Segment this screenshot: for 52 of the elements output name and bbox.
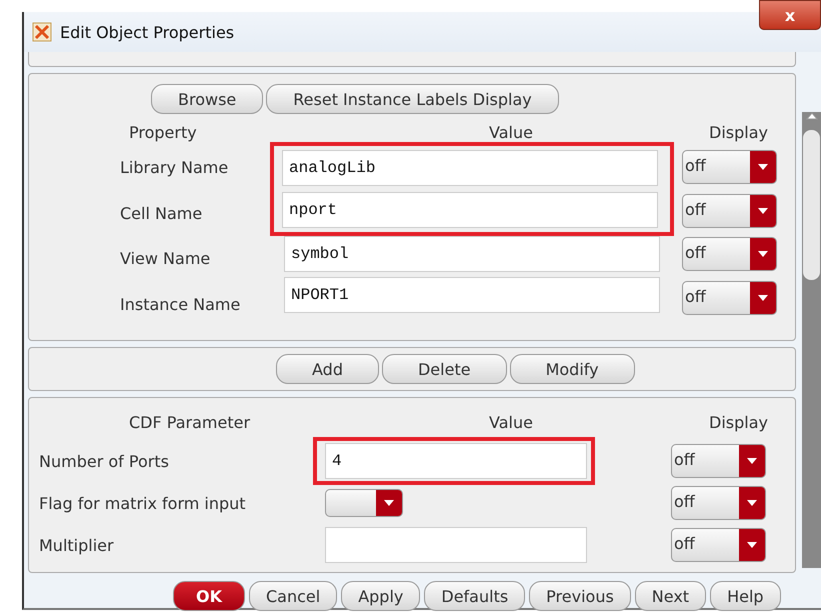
column-header: Display bbox=[709, 122, 768, 142]
ok-button[interactable]: OK bbox=[173, 581, 245, 611]
display-dropdown[interactable]: off bbox=[682, 237, 777, 271]
action-button[interactable]: Delete bbox=[382, 354, 507, 384]
column-header: Display bbox=[709, 412, 768, 432]
dialog-button[interactable]: Cancel bbox=[249, 581, 338, 611]
close-button[interactable]: x bbox=[759, 0, 821, 30]
parameter-label: Flag for matrix form input bbox=[38, 494, 247, 512]
dialog-button[interactable]: Next bbox=[634, 581, 706, 611]
display-dropdown[interactable]: off bbox=[682, 150, 777, 184]
dialog-button[interactable]: Defaults bbox=[424, 581, 526, 611]
window-title: Edit Object Properties bbox=[60, 22, 234, 42]
parameter-label: Number of Ports bbox=[38, 452, 170, 470]
parameter-label: Multiplier bbox=[38, 536, 115, 554]
app-logo-icon bbox=[32, 22, 52, 42]
toolbar-button[interactable]: Reset Instance Labels Display bbox=[266, 84, 559, 114]
text-field[interactable]: NPORT1 bbox=[284, 277, 660, 313]
property-label: Library Name bbox=[120, 157, 230, 179]
flag-dropdown[interactable] bbox=[325, 489, 403, 517]
dialog-button[interactable]: Previous bbox=[529, 581, 631, 611]
display-dropdown[interactable]: off bbox=[671, 486, 766, 520]
column-header: CDF Parameter bbox=[129, 412, 252, 432]
caret-icon bbox=[758, 164, 768, 170]
property-label: View Name bbox=[120, 248, 212, 270]
property-label: Cell Name bbox=[120, 202, 204, 224]
caret-icon bbox=[758, 294, 768, 300]
caret-icon bbox=[747, 542, 757, 548]
dialog-button[interactable]: Apply bbox=[341, 581, 420, 611]
dialog-button[interactable]: Help bbox=[710, 581, 781, 611]
property-label: Instance Name bbox=[120, 294, 242, 316]
scrollbar[interactable] bbox=[802, 112, 821, 568]
scroll-up-icon bbox=[806, 112, 818, 120]
column-header: Value bbox=[489, 412, 534, 432]
text-field[interactable]: nport bbox=[282, 192, 658, 228]
caret-icon bbox=[758, 251, 768, 257]
column-header: Property bbox=[129, 122, 198, 142]
toolbar-button[interactable]: Browse bbox=[151, 84, 264, 114]
caret-icon bbox=[747, 500, 757, 506]
display-dropdown[interactable]: off bbox=[682, 280, 777, 314]
caret-icon bbox=[758, 208, 768, 214]
action-button[interactable]: Add bbox=[276, 354, 379, 384]
display-dropdown[interactable]: off bbox=[671, 528, 766, 562]
caret-icon bbox=[747, 458, 757, 464]
action-button[interactable]: Modify bbox=[510, 354, 635, 384]
text-field[interactable]: symbol bbox=[284, 236, 660, 272]
display-dropdown[interactable]: off bbox=[671, 444, 766, 478]
text-field[interactable]: 4 bbox=[325, 443, 587, 479]
display-dropdown[interactable]: off bbox=[682, 194, 777, 228]
text-field[interactable] bbox=[325, 527, 587, 563]
caret-icon bbox=[384, 500, 394, 506]
column-header: Value bbox=[489, 122, 534, 142]
text-field[interactable]: analogLib bbox=[282, 150, 658, 186]
